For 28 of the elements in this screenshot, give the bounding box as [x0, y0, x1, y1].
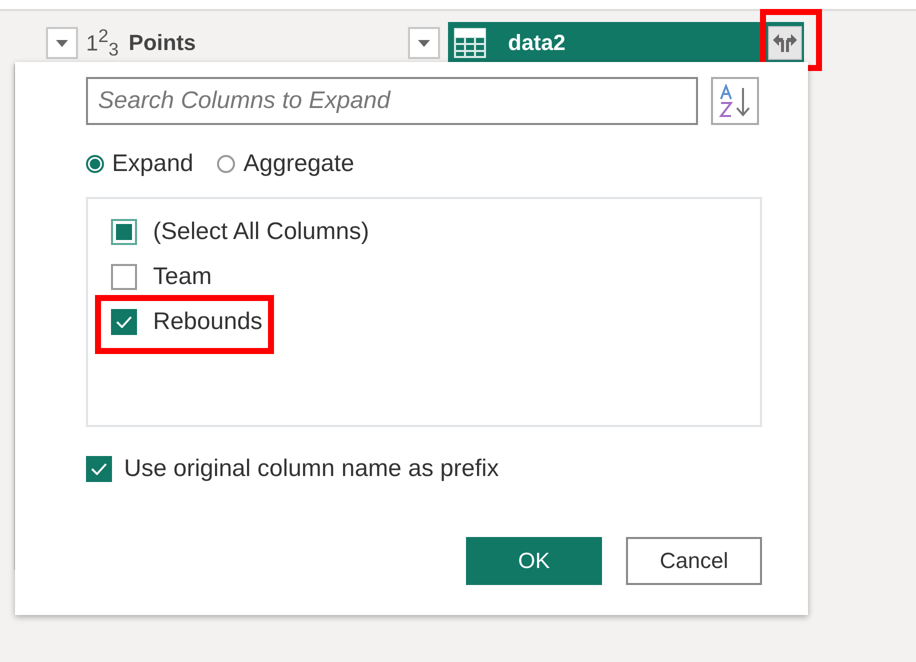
search-field[interactable]: Search Columns to Expand — [86, 77, 698, 125]
checkbox[interactable] — [86, 456, 112, 482]
caret-icon — [56, 40, 68, 46]
radio-option[interactable]: Aggregate — [217, 150, 354, 178]
table-icon — [454, 28, 486, 58]
radio-option[interactable]: Expand — [86, 150, 194, 178]
column-name: data2 — [508, 30, 566, 56]
column-dropdown-button[interactable] — [408, 27, 440, 59]
column-dropdown-button[interactable] — [46, 27, 78, 59]
ok-button[interactable]: OK — [466, 537, 602, 585]
column-header[interactable]: data2 — [448, 22, 804, 64]
sort-az-icon — [718, 84, 752, 118]
expand-arrows-icon — [773, 34, 797, 52]
check-icon — [91, 463, 107, 475]
column-option-label[interactable]: (Select All Columns) — [153, 218, 370, 246]
column-option-label[interactable]: Team — [153, 262, 212, 290]
check-icon — [116, 316, 132, 328]
checkbox[interactable] — [111, 218, 137, 244]
caret-icon — [418, 40, 430, 46]
prefix-option-label[interactable]: Use original column name as prefix — [124, 455, 499, 483]
checkbox[interactable] — [111, 264, 137, 290]
expand-column-button[interactable] — [768, 26, 802, 60]
column-name: Points — [128, 30, 196, 56]
column-header[interactable]: 1$^{2}$$_{3}$ Points — [86, 22, 440, 64]
checkbox[interactable] — [111, 308, 137, 334]
sort-button[interactable] — [711, 77, 759, 125]
column-option-label[interactable]: Rebounds — [153, 308, 262, 336]
cancel-button[interactable]: Cancel — [626, 537, 762, 585]
